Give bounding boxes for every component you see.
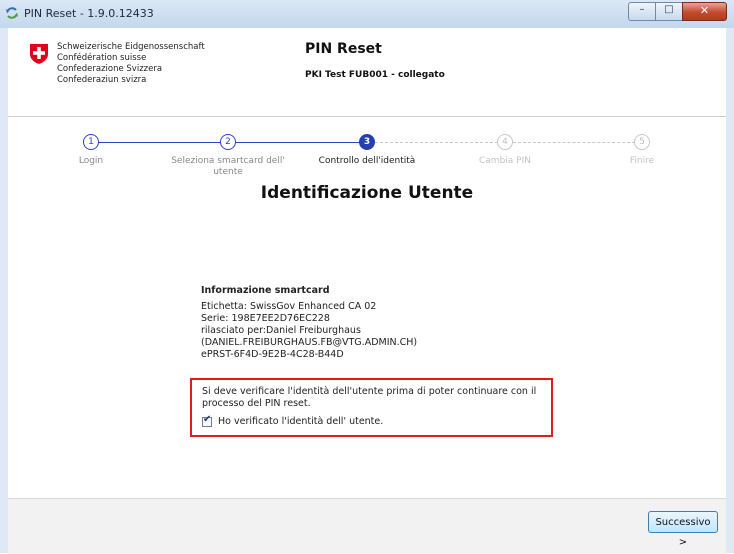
page-title: Identificazione Utente bbox=[260, 183, 474, 203]
app-title: PIN Reset bbox=[305, 41, 382, 57]
identity-verification-box: Si deve verificare l'identità dell'utent… bbox=[190, 378, 553, 437]
close-icon: ✕ bbox=[699, 4, 710, 17]
smartcard-email: (DANIEL.FREIBURGHAUS.FB@VTG.ADMIN.CH) bbox=[201, 337, 418, 348]
minimize-icon: – bbox=[639, 4, 645, 15]
smartcard-info-title: Informazione smartcard bbox=[201, 285, 330, 296]
gov-line-rm: Confederaziun svizra bbox=[57, 75, 147, 85]
step-3-marker: 3 bbox=[359, 134, 375, 150]
government-name: Schweizerische Eidgenossenschaft Confédé… bbox=[57, 42, 205, 86]
wizard-footer: Successivo > bbox=[8, 498, 726, 554]
smartcard-info: Informazione smartcard Etichetta: SwissG… bbox=[201, 285, 561, 361]
gov-line-it: Confederazione Svizzera bbox=[57, 64, 163, 74]
wizard-panel: 1 2 3 4 5 Login Seleziona smartcard dell… bbox=[8, 117, 726, 498]
close-button[interactable]: ✕ bbox=[682, 2, 727, 21]
minimize-button[interactable]: – bbox=[628, 2, 655, 21]
maximize-icon: □ bbox=[664, 4, 674, 15]
checkmark-icon: ✔ bbox=[203, 413, 212, 425]
step-connector-1-2 bbox=[92, 142, 221, 143]
smartcard-serial: Serie: 198E7EE2D76EC228 bbox=[201, 313, 330, 324]
step-connector-4-5 bbox=[513, 142, 635, 143]
gov-line-fr: Confédération suisse bbox=[57, 53, 147, 63]
identity-verified-label[interactable]: Ho verificato l'identità dell' utente. bbox=[218, 416, 383, 427]
step-4-marker: 4 bbox=[497, 134, 513, 150]
window-border-left bbox=[0, 28, 8, 553]
identity-verified-checkbox[interactable]: ✔ bbox=[202, 413, 212, 427]
next-button[interactable]: Successivo > bbox=[648, 511, 718, 548]
identity-verified-option[interactable]: ✔ Ho verificato l'identità dell' utente. bbox=[202, 413, 383, 427]
step-4-label: Cambia PIN bbox=[479, 156, 531, 166]
app-header: Schweizerische Eidgenossenschaft Confédé… bbox=[8, 28, 726, 117]
step-3-label: Controllo dell'identità bbox=[318, 156, 416, 166]
app-refresh-icon bbox=[6, 7, 18, 19]
step-5-label: Finire bbox=[629, 156, 655, 166]
step-connector-2-3 bbox=[236, 142, 360, 143]
step-1-marker: 1 bbox=[83, 134, 99, 150]
swiss-coat-of-arms-icon bbox=[30, 44, 48, 64]
step-2-label: Seleziona smartcard dell' utente bbox=[171, 156, 285, 177]
smartcard-id: ePRST-6F4D-9E2B-4C28-B44D bbox=[201, 349, 344, 360]
step-progress: 1 2 3 4 5 Login Seleziona smartcard dell… bbox=[8, 117, 726, 177]
step-1-label: Login bbox=[78, 156, 104, 166]
smartcard-issued-to: rilasciato per:Daniel Freiburghaus bbox=[201, 325, 361, 336]
smartcard-label: Etichetta: SwissGov Enhanced CA 02 bbox=[201, 301, 377, 312]
verification-instructions: Si deve verificare l'identità dell'utent… bbox=[202, 386, 537, 409]
title-bar: PIN Reset - 1.9.0.12433 – □ ✕ bbox=[0, 0, 734, 29]
gov-line-de: Schweizerische Eidgenossenschaft bbox=[57, 42, 205, 52]
step-2-marker: 2 bbox=[220, 134, 236, 150]
window-client-area: Schweizerische Eidgenossenschaft Confédé… bbox=[8, 28, 726, 554]
window-border-right bbox=[726, 28, 734, 553]
maximize-button[interactable]: □ bbox=[655, 2, 682, 21]
step-5-marker: 5 bbox=[634, 134, 650, 150]
window-controls: – □ ✕ bbox=[628, 2, 727, 21]
step-connector-3-4 bbox=[375, 142, 498, 143]
connection-status: PKI Test FUB001 - collegato bbox=[305, 70, 445, 80]
window-title: PIN Reset - 1.9.0.12433 bbox=[24, 7, 154, 20]
